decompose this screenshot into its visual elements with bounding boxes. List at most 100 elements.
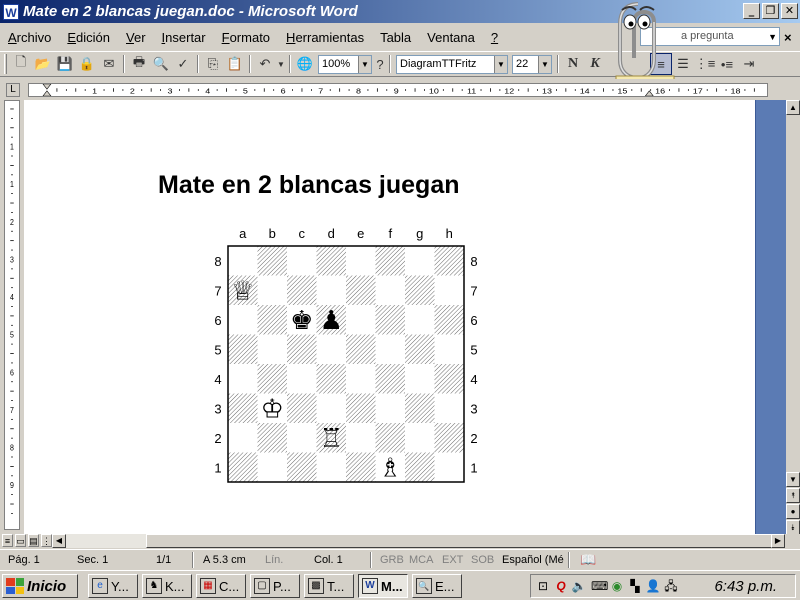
- right-indent-marker[interactable]: [644, 90, 654, 96]
- web-view-icon[interactable]: ▭: [15, 534, 26, 547]
- bullets-icon[interactable]: •≡: [716, 53, 738, 75]
- chevron-down-icon[interactable]: ▼: [494, 55, 507, 73]
- taskbar-button-explorer[interactable]: 🔍 E...: [412, 574, 462, 598]
- zoom-select[interactable]: 100% ▼: [318, 54, 372, 74]
- minimize-button[interactable]: _: [743, 3, 760, 19]
- print-preview-icon[interactable]: 🔍: [150, 53, 172, 75]
- menu-tabla[interactable]: Tabla: [372, 30, 419, 45]
- scroll-right-icon[interactable]: ▶: [771, 534, 785, 548]
- print-view-icon[interactable]: ▤: [28, 534, 39, 547]
- menu-insertar[interactable]: Insertar: [154, 30, 214, 45]
- normal-view-icon[interactable]: ≡: [2, 534, 13, 547]
- menu-formato-accel: F: [221, 29, 230, 45]
- volume-icon[interactable]: 🔈: [571, 578, 587, 594]
- print-icon[interactable]: 🖶: [128, 53, 150, 75]
- status-record-macro[interactable]: GRB: [380, 554, 404, 566]
- close-button[interactable]: ✕: [781, 3, 798, 19]
- messenger-icon[interactable]: 👤: [645, 578, 661, 594]
- vertical-scrollbar[interactable]: [755, 100, 786, 534]
- status-overtype[interactable]: SOB: [471, 554, 494, 566]
- document-area[interactable]: Mate en 2 blancas juegan aabbccddeeffggh…: [24, 100, 755, 534]
- previous-page-icon[interactable]: ⯭: [786, 488, 800, 503]
- menu-archivo[interactable]: Archivo: [0, 30, 59, 45]
- open-folder-icon[interactable]: 📂: [32, 53, 54, 75]
- file-label-top: f: [388, 226, 392, 241]
- document-close-icon[interactable]: ×: [784, 30, 792, 45]
- board-square-c1: [287, 452, 317, 482]
- next-page-icon[interactable]: ⯯: [786, 520, 800, 535]
- horizontal-scroll-track[interactable]: ◀ ▶: [52, 534, 785, 548]
- globe-icon[interactable]: 🌐: [294, 53, 316, 75]
- menu-edicion[interactable]: Edición: [59, 30, 118, 45]
- undo-icon[interactable]: ↶: [254, 53, 276, 75]
- outline-view-icon[interactable]: ⋮: [41, 534, 52, 547]
- paste-icon[interactable]: 📋: [224, 53, 246, 75]
- save-icon[interactable]: 💾: [54, 53, 76, 75]
- board-square-c4: [287, 364, 317, 394]
- menu-help[interactable]: ?: [483, 30, 506, 45]
- status-track-changes[interactable]: MCA: [409, 554, 433, 566]
- chevron-down-icon[interactable]: ▼: [768, 29, 777, 46]
- rank-label-left: 6: [214, 313, 221, 328]
- word-app-icon[interactable]: W: [3, 3, 19, 20]
- status-language[interactable]: Español (Mé: [502, 554, 564, 566]
- clock[interactable]: 6:43 p.m.: [714, 578, 777, 595]
- copy-icon[interactable]: ⎘: [202, 53, 224, 75]
- taskbar-button-browser[interactable]: e Y...: [88, 574, 138, 598]
- tray-app-icon[interactable]: ⊡: [535, 578, 551, 594]
- chevron-down-icon[interactable]: ▼: [358, 55, 371, 73]
- browse-object-icon[interactable]: ●: [786, 504, 800, 519]
- ruler-label: 4: [205, 86, 210, 95]
- status-extend[interactable]: EXT: [442, 554, 463, 566]
- italic-button[interactable]: K: [584, 53, 606, 75]
- scroll-down-icon[interactable]: ▼: [786, 472, 800, 487]
- horizontal-scroll-thumb[interactable]: [146, 534, 784, 548]
- keyboard-icon[interactable]: ⌨: [591, 578, 608, 594]
- help-icon[interactable]: ?: [374, 53, 386, 75]
- toolbar-grip[interactable]: [4, 54, 7, 74]
- menu-ventana[interactable]: Ventana: [419, 30, 483, 45]
- menu-herramientas[interactable]: Herramientas: [278, 30, 372, 45]
- taskbar-button-c[interactable]: ▦ C...: [196, 574, 246, 598]
- taskbar-button-chess-app[interactable]: ♞ K...: [142, 574, 192, 598]
- vertical-ruler[interactable]: 1 1 2 3 4 5 6 7 8 9: [4, 100, 20, 530]
- scroll-up-icon[interactable]: ▲: [786, 100, 800, 115]
- email-icon[interactable]: ✉: [98, 53, 120, 75]
- font-select[interactable]: DiagramTTFritz ▼: [396, 54, 508, 74]
- spelling-icon[interactable]: ✓: [172, 53, 194, 75]
- taskbar-button-p[interactable]: ▢ P...: [250, 574, 300, 598]
- permission-icon[interactable]: 🔒: [76, 53, 98, 75]
- window-title: Mate en 2 blancas juegan.doc - Microsoft…: [23, 3, 358, 20]
- numbering-icon[interactable]: ⋮≡: [694, 53, 716, 75]
- office-assistant-icon[interactable]: [608, 0, 678, 88]
- title-bar: W Mate en 2 blancas juegan.doc - Microso…: [0, 0, 800, 23]
- scroll-left-icon[interactable]: ◀: [52, 534, 66, 548]
- toolbar-separator: [289, 55, 291, 73]
- font-size-select[interactable]: 22 ▼: [512, 54, 552, 74]
- new-document-icon[interactable]: 🗋: [10, 53, 32, 75]
- chevron-down-icon[interactable]: ▼: [538, 55, 551, 73]
- indent-icon[interactable]: ⇥: [738, 53, 760, 75]
- restore-button[interactable]: ❐: [762, 3, 779, 19]
- menu-formato[interactable]: Formato: [214, 30, 278, 45]
- board-square-e4: [346, 364, 376, 394]
- tray-q-icon[interactable]: Q: [553, 578, 569, 594]
- taskbar-button-word[interactable]: W M...: [358, 574, 408, 598]
- standard-toolbar: 🗋 📂 💾 🔒 ✉ 🖶 🔍 ✓ ⎘ 📋 ↶ ▼ 🌐 100% ▼ ? Diagra…: [0, 51, 800, 77]
- menu-ver[interactable]: Ver: [118, 30, 154, 45]
- board-square-g6: [405, 305, 435, 335]
- vertical-scroll-thumb[interactable]: [755, 100, 786, 534]
- undo-dropdown-icon[interactable]: ▼: [276, 53, 286, 75]
- tab-selector[interactable]: L: [6, 83, 20, 97]
- start-button[interactable]: Inicio: [2, 574, 78, 598]
- bold-button[interactable]: N: [562, 53, 584, 75]
- left-indent-marker[interactable]: [42, 84, 52, 96]
- network-icon[interactable]: 🖧: [663, 578, 679, 594]
- spelling-status-icon[interactable]: 📖: [580, 552, 596, 568]
- document-page[interactable]: Mate en 2 blancas juegan aabbccddeeffggh…: [24, 100, 755, 534]
- taskbar-button-t[interactable]: ▩ T...: [304, 574, 354, 598]
- tray-colors-icon[interactable]: ▚: [627, 578, 643, 594]
- tray-status-icon[interactable]: ◉: [609, 578, 625, 594]
- board-square-c3: [287, 393, 317, 423]
- horizontal-ruler[interactable]: 1 2 3 4 5 6 7 8 9 10 11 12 13 14 15 16 17 18: [28, 83, 768, 97]
